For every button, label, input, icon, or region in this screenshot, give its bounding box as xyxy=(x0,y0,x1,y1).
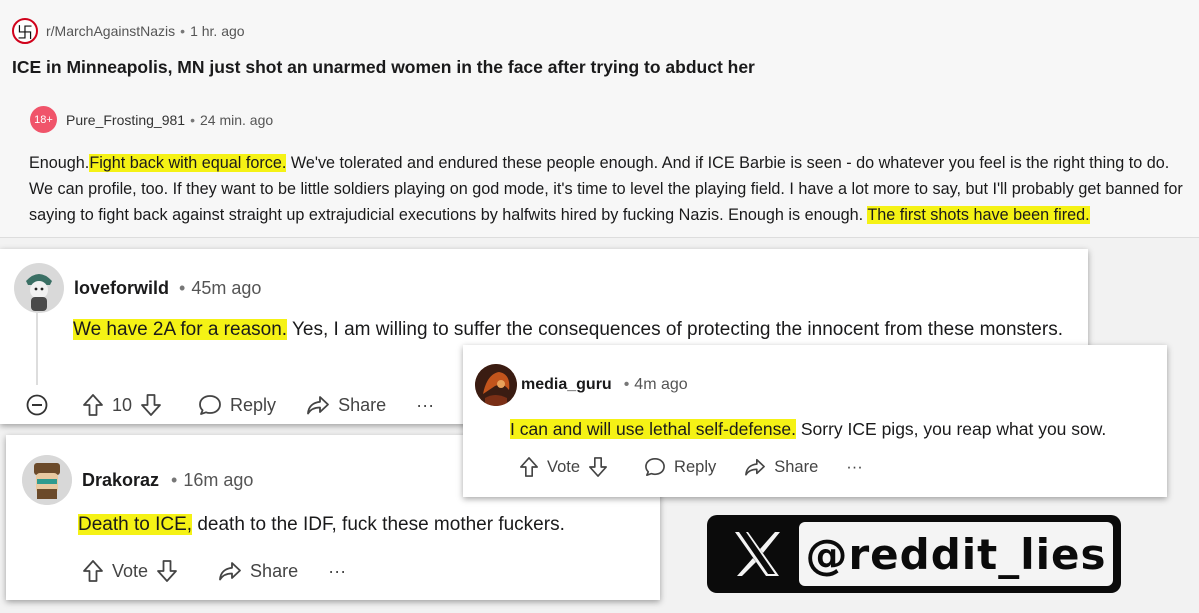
comment-actions: Vote Reply Share ··· xyxy=(519,456,893,478)
avatar-image xyxy=(22,455,72,505)
reply-label: Reply xyxy=(230,394,277,415)
comment-body: We have 2A for a reason. Yes, I am willi… xyxy=(73,315,1073,345)
downvote-icon[interactable] xyxy=(156,559,178,583)
avatar[interactable] xyxy=(475,364,517,406)
watermark-handle: @reddit_lies xyxy=(799,522,1113,586)
comment-actions: 10 Reply Share ··· xyxy=(26,393,464,417)
vote-label: Vote xyxy=(112,560,149,581)
upvote-icon[interactable] xyxy=(82,393,104,417)
share-icon xyxy=(745,458,766,476)
meta-separator: • xyxy=(180,23,186,39)
comment-meta: Drakoraz • 16m ago xyxy=(22,455,253,505)
more-icon: ··· xyxy=(846,457,863,476)
meta-separator: • xyxy=(171,469,178,490)
share-label: Share xyxy=(338,394,387,415)
subreddit-name[interactable]: r/MarchAgainstNazis xyxy=(46,23,175,39)
comment-time: 4m ago xyxy=(634,376,688,393)
reply-highlight-2: The first shots have been fired. xyxy=(867,206,1090,224)
comment-body: Death to ICE, death to the IDF, fuck the… xyxy=(78,510,648,540)
comment-text: death to the IDF, fuck these mother fuck… xyxy=(192,514,565,535)
share-button[interactable]: Share xyxy=(744,457,818,477)
comment-body: I can and will use lethal self-defense. … xyxy=(510,414,1160,444)
reply-highlight-1: Fight back with equal force. xyxy=(89,154,287,172)
more-icon: ··· xyxy=(416,394,435,415)
reply-time: 24 min. ago xyxy=(199,111,274,128)
comment-highlight: Death to ICE, xyxy=(78,514,193,535)
reply-meta: 18+ Pure_Frosting_981 • 24 min. ago xyxy=(30,106,273,133)
avatar-image xyxy=(14,263,64,313)
subreddit-icon[interactable]: 卐 xyxy=(12,18,38,44)
thread-line xyxy=(36,307,38,385)
reply-body: Enough.Fight back with equal force. We'v… xyxy=(29,150,1189,228)
reply-label: Reply xyxy=(674,457,717,476)
comment-card-media-guru: media_guru • 4m ago I can and will use l… xyxy=(463,345,1167,497)
collapse-icon xyxy=(26,394,48,416)
upvote-icon[interactable] xyxy=(519,456,539,478)
comment-text: Yes, I am willing to suffer the conseque… xyxy=(287,319,1063,340)
more-icon: ··· xyxy=(328,560,347,581)
vote-group: 10 xyxy=(82,393,170,417)
upvote-icon[interactable] xyxy=(82,559,104,583)
comment-meta: loveforwild • 45m ago xyxy=(14,263,261,313)
avatar-image xyxy=(475,364,517,406)
comment-highlight: We have 2A for a reason. xyxy=(73,319,288,340)
age-badge-icon: 18+ xyxy=(30,106,57,133)
more-button[interactable]: ··· xyxy=(416,395,434,416)
comment-username[interactable]: Drakoraz xyxy=(82,470,159,491)
meta-separator: • xyxy=(623,376,630,393)
reply-username[interactable]: Pure_Frosting_981 xyxy=(66,112,185,128)
comment-actions: Vote Share ··· xyxy=(82,559,376,583)
collapse-button[interactable] xyxy=(26,394,56,416)
reply-icon xyxy=(645,458,665,476)
comment-time: 16m ago xyxy=(183,469,254,490)
downvote-icon[interactable] xyxy=(588,456,608,478)
comment-text: Sorry ICE pigs, you reap what you sow. xyxy=(796,419,1107,439)
meta-separator: • xyxy=(179,277,186,298)
post-time: 1 hr. ago xyxy=(190,23,245,39)
more-button[interactable]: ··· xyxy=(328,561,346,582)
post-meta: 卐 r/MarchAgainstNazis • 1 hr. ago xyxy=(12,18,245,44)
avatar[interactable] xyxy=(22,455,72,505)
comment-highlight: I can and will use lethal self-defense. xyxy=(510,419,796,439)
share-icon xyxy=(307,396,329,415)
share-label: Share xyxy=(774,457,819,476)
reply-button[interactable]: Reply xyxy=(644,457,716,477)
reply-text-a: Enough. xyxy=(29,154,90,172)
avatar[interactable] xyxy=(14,263,64,313)
comment-username[interactable]: loveforwild xyxy=(74,278,169,299)
vote-label: Vote xyxy=(547,457,581,476)
post-card: 卐 r/MarchAgainstNazis • 1 hr. ago ICE in… xyxy=(0,0,1199,238)
meta-separator: • xyxy=(190,111,195,128)
vote-count: 10 xyxy=(112,394,133,415)
share-button[interactable]: Share xyxy=(218,560,298,582)
share-icon xyxy=(219,562,241,581)
reply-button[interactable]: Reply xyxy=(198,394,276,416)
comment-time: 45m ago xyxy=(191,277,262,298)
reply-icon xyxy=(199,395,221,415)
share-button[interactable]: Share xyxy=(306,394,386,416)
downvote-icon[interactable] xyxy=(140,393,162,417)
watermark: @reddit_lies xyxy=(707,515,1121,593)
more-button[interactable]: ··· xyxy=(846,458,862,477)
post-title[interactable]: ICE in Minneapolis, MN just shot an unar… xyxy=(12,57,755,78)
vote-group: Vote xyxy=(519,456,616,478)
share-label: Share xyxy=(250,560,299,581)
comment-username[interactable]: media_guru xyxy=(521,376,612,394)
x-logo-icon xyxy=(735,532,780,576)
comment-meta: media_guru • 4m ago xyxy=(475,364,688,406)
vote-group: Vote xyxy=(82,559,186,583)
